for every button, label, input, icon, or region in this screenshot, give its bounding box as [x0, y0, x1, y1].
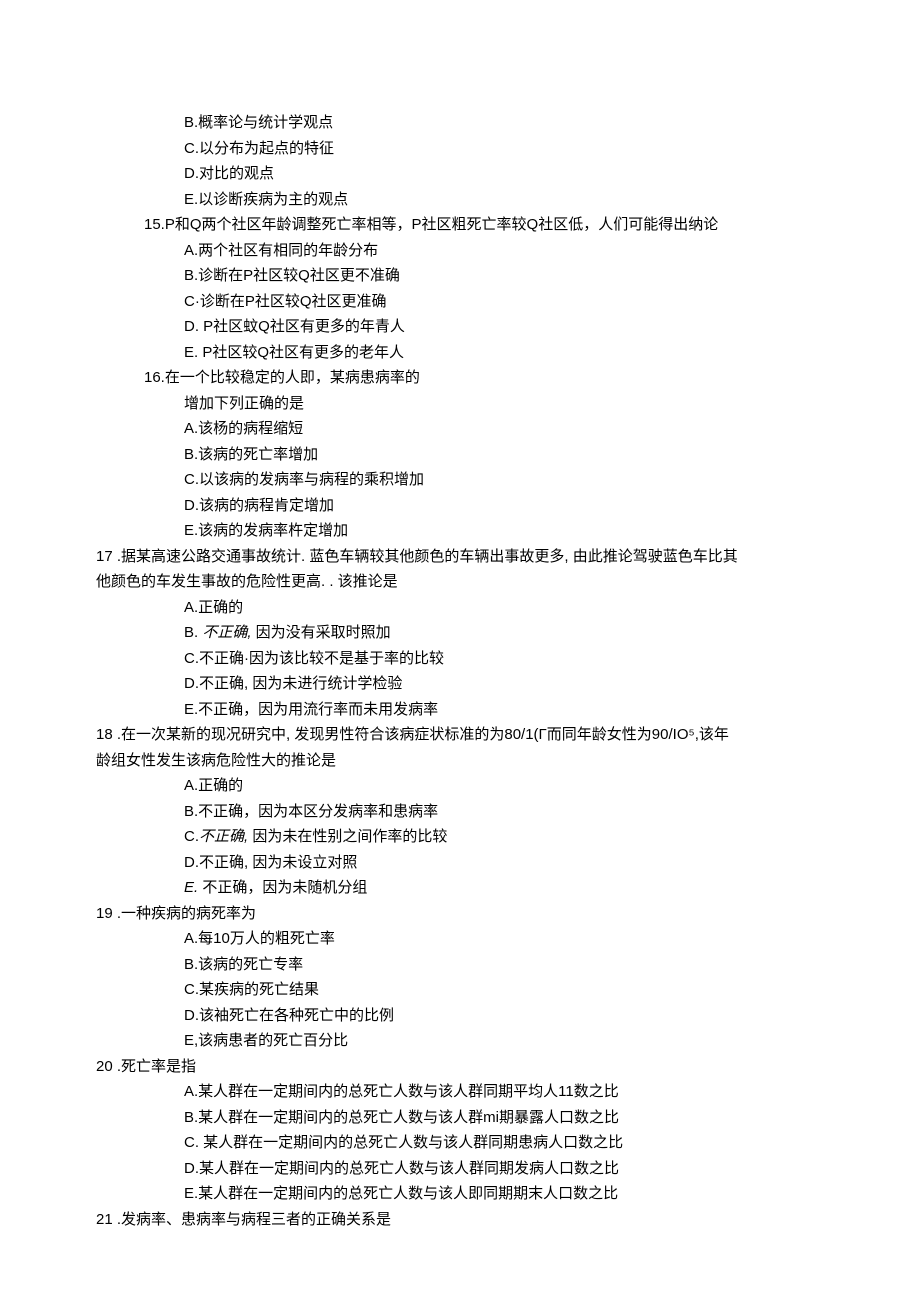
question-16-stem-2: 增加下列正确的是	[96, 391, 824, 417]
option-c: C. 某人群在一定期间内的总死亡人数与该人群同期患病人口数之比	[184, 1130, 824, 1156]
option-c: C.不正确, 因为未在性别之间作率的比较	[184, 824, 824, 850]
question-15-stem: 15.P和Q两个社区年龄调整死亡率相等，P社区粗死亡率较Q社区低，人们可能得出纳…	[96, 212, 824, 238]
question-20: 20 .死亡率是指 A.某人群在一定期间内的总死亡人数与该人群同期平均人11数之…	[96, 1054, 824, 1207]
question-18-stem-1: 18 .在一次某新的现况研究中, 发现男性符合该病症状标准的为80/1(Γ而同年…	[96, 722, 824, 748]
option-e: E.不正确，因为用流行率而未用发病率	[184, 697, 824, 723]
option-c: C.以分布为起点的特征	[184, 136, 824, 162]
option-e: E.某人群在一定期间内的总死亡人数与该人即同期期末人口数之比	[184, 1181, 824, 1207]
option-b: B. 不正确, 因为没有采取时照加	[184, 620, 824, 646]
option-a: A.正确的	[184, 773, 824, 799]
question-18: 18 .在一次某新的现况研究中, 发现男性符合该病症状标准的为80/1(Γ而同年…	[96, 722, 824, 901]
option-c: C.某疾病的死亡结果	[184, 977, 824, 1003]
question-16-stem-1: 16.在一个比较稳定的人即，某病患病率的	[96, 365, 824, 391]
option-c: C.以该病的发病率与病程的乘积增加	[184, 467, 824, 493]
question-prev-options: B.概率论与统计学观点 C.以分布为起点的特征 D.对比的观点 E.以诊断疾病为…	[96, 110, 824, 212]
option-e: E. 不正确，因为未随机分组	[184, 875, 824, 901]
option-b: B.不正确，因为本区分发病率和患病率	[184, 799, 824, 825]
question-18-stem-2: 龄组女性发生该病危险性大的推论是	[96, 748, 824, 774]
option-b: B.诊断在P社区较Q社区更不准确	[184, 263, 824, 289]
option-d: D.不正确, 因为未进行统计学检验	[184, 671, 824, 697]
question-21: 21 .发病率、患病率与病程三者的正确关系是	[96, 1207, 824, 1233]
option-d: D.不正确, 因为未设立对照	[184, 850, 824, 876]
question-15: 15.P和Q两个社区年龄调整死亡率相等，P社区粗死亡率较Q社区低，人们可能得出纳…	[96, 212, 824, 365]
option-e: E.以诊断疾病为主的观点	[184, 187, 824, 213]
question-19-stem: 19 .一种疾病的病死率为	[96, 901, 824, 927]
question-16: 16.在一个比较稳定的人即，某病患病率的 增加下列正确的是 A.该杨的病程缩短 …	[96, 365, 824, 544]
option-c: C.不正确·因为该比较不是基于率的比较	[184, 646, 824, 672]
option-d: D. P社区蚊Q社区有更多的年青人	[184, 314, 824, 340]
question-15-options: A.两个社区有相同的年龄分布 B.诊断在P社区较Q社区更不准确 C·诊断在P社区…	[96, 238, 824, 366]
question-19: 19 .一种疾病的病死率为 A.每10万人的粗死亡率 B.该病的死亡专率 C.某…	[96, 901, 824, 1054]
question-17-options: A.正确的 B. 不正确, 因为没有采取时照加 C.不正确·因为该比较不是基于率…	[96, 595, 824, 723]
question-17-stem-1: 17 .据某高速公路交通事故统计. 蓝色车辆较其他颜色的车辆出事故更多, 由此推…	[96, 544, 824, 570]
option-a: A.某人群在一定期间内的总死亡人数与该人群同期平均人11数之比	[184, 1079, 824, 1105]
option-d: D.该袖死亡在各种死亡中的比例	[184, 1003, 824, 1029]
option-d: D.该病的病程肯定增加	[184, 493, 824, 519]
option-b: B.该病的死亡率增加	[184, 442, 824, 468]
option-e: E,该病患者的死亡百分比	[184, 1028, 824, 1054]
option-a: A.每10万人的粗死亡率	[184, 926, 824, 952]
question-20-stem: 20 .死亡率是指	[96, 1054, 824, 1080]
question-19-options: A.每10万人的粗死亡率 B.该病的死亡专率 C.某疾病的死亡结果 D.该袖死亡…	[96, 926, 824, 1054]
option-c: C·诊断在P社区较Q社区更准确	[184, 289, 824, 315]
question-20-options: A.某人群在一定期间内的总死亡人数与该人群同期平均人11数之比 B.某人群在一定…	[96, 1079, 824, 1207]
option-e: E. P社区较Q社区有更多的老年人	[184, 340, 824, 366]
question-16-options: A.该杨的病程缩短 B.该病的死亡率增加 C.以该病的发病率与病程的乘积增加 D…	[96, 416, 824, 544]
option-a: A.该杨的病程缩短	[184, 416, 824, 442]
option-b: B.概率论与统计学观点	[184, 110, 824, 136]
option-d: D.某人群在一定期间内的总死亡人数与该人群同期发病人口数之比	[184, 1156, 824, 1182]
question-17-stem-2: 他颜色的车发生事故的危险性更高. . 该推论是	[96, 569, 824, 595]
option-b: B.该病的死亡专率	[184, 952, 824, 978]
question-21-stem: 21 .发病率、患病率与病程三者的正确关系是	[96, 1207, 824, 1233]
option-d: D.对比的观点	[184, 161, 824, 187]
question-17: 17 .据某高速公路交通事故统计. 蓝色车辆较其他颜色的车辆出事故更多, 由此推…	[96, 544, 824, 723]
option-a: A.正确的	[184, 595, 824, 621]
option-e: E.该病的发病率杵定增加	[184, 518, 824, 544]
question-18-options: A.正确的 B.不正确，因为本区分发病率和患病率 C.不正确, 因为未在性别之间…	[96, 773, 824, 901]
exam-page: B.概率论与统计学观点 C.以分布为起点的特征 D.对比的观点 E.以诊断疾病为…	[0, 0, 920, 1312]
option-b: B.某人群在一定期间内的总死亡人数与该人群mi期暴露人口数之比	[184, 1105, 824, 1131]
option-a: A.两个社区有相同的年龄分布	[184, 238, 824, 264]
